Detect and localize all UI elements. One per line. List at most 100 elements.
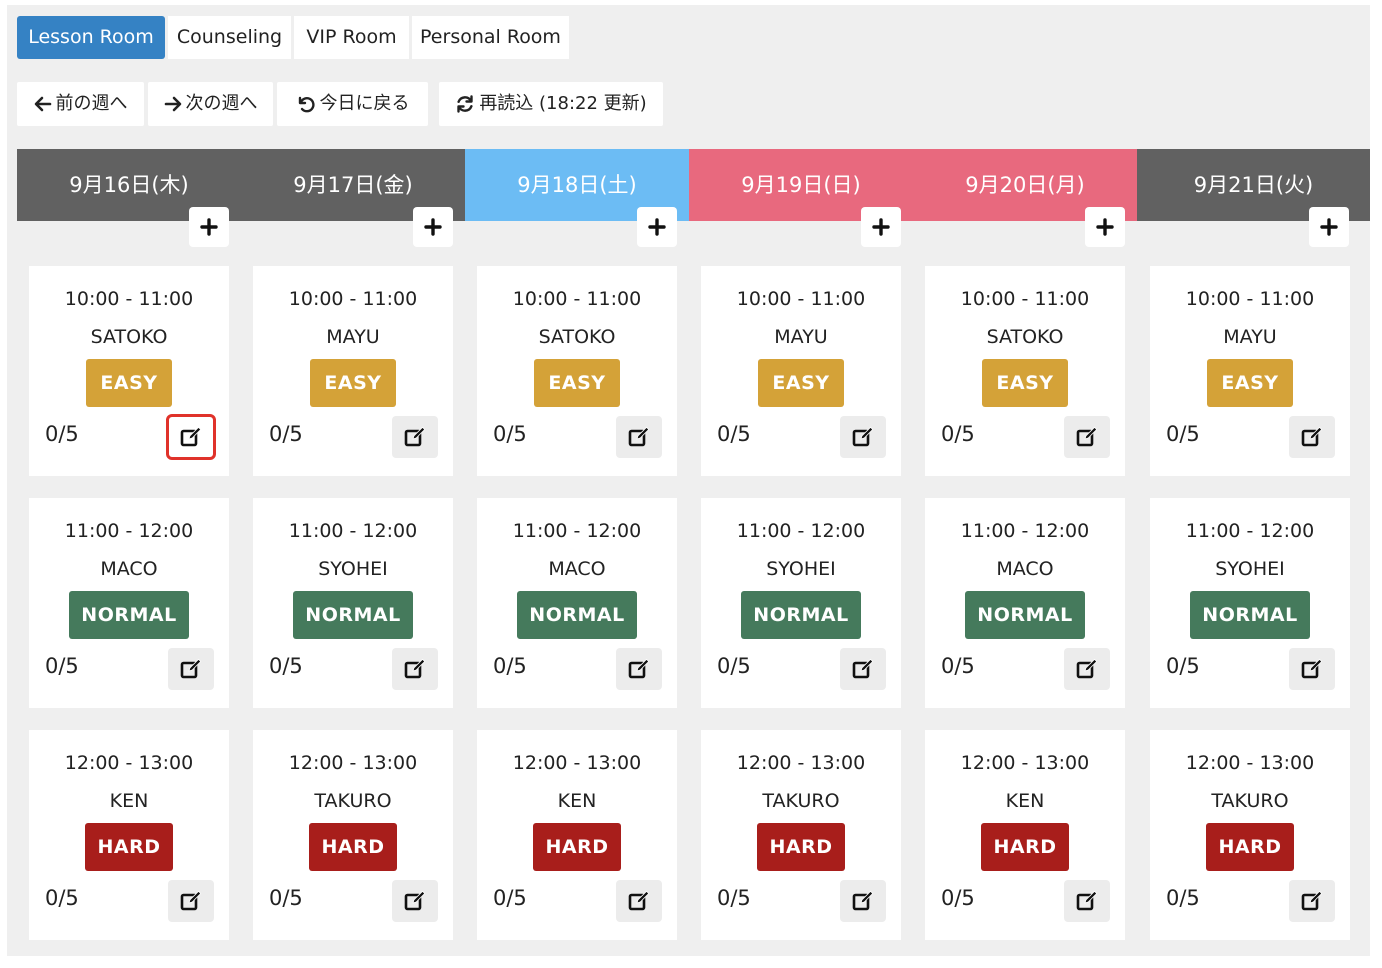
edit-button[interactable] [1064, 880, 1110, 922]
capacity-count: 0/5 [941, 654, 975, 678]
edit-icon [1301, 426, 1323, 447]
edit-button[interactable] [840, 880, 886, 922]
arrow-right-icon [164, 96, 181, 112]
level-badge: HARD [85, 823, 173, 871]
lesson-card: 12:00 - 13:00 KEN HARD 0/5 [925, 730, 1125, 940]
lesson-card: 11:00 - 12:00 SYOHEI NORMAL 0/5 [701, 498, 901, 708]
edit-button[interactable] [616, 416, 662, 458]
level-badge: NORMAL [741, 591, 861, 639]
edit-button[interactable] [840, 416, 886, 458]
lesson-time: 11:00 - 12:00 [960, 520, 1090, 542]
edit-icon [1301, 658, 1323, 679]
lesson-time: 12:00 - 13:00 [512, 752, 642, 774]
add-slot-button[interactable] [189, 207, 229, 247]
edit-button[interactable] [840, 648, 886, 690]
edit-button[interactable] [616, 648, 662, 690]
lesson-time: 10:00 - 11:00 [288, 288, 418, 310]
edit-icon [180, 658, 202, 679]
level-badge: HARD [757, 823, 845, 871]
lesson-card: 12:00 - 13:00 KEN HARD 0/5 [477, 730, 677, 940]
teacher-name: TAKURO [314, 790, 392, 812]
level-badge: EASY [982, 359, 1068, 407]
tab-vip-room[interactable]: VIP Room [294, 16, 409, 59]
edit-icon [180, 426, 202, 447]
edit-button[interactable] [392, 648, 438, 690]
arrow-left-icon [34, 96, 51, 112]
lesson-card: 11:00 - 12:00 SYOHEI NORMAL 0/5 [1150, 498, 1350, 708]
plus-icon [200, 218, 218, 236]
lesson-card: 10:00 - 11:00 MAYU EASY 0/5 [701, 266, 901, 476]
edit-button[interactable] [168, 648, 214, 690]
edit-icon [852, 426, 874, 447]
teacher-name: TAKURO [762, 790, 840, 812]
add-slot-button[interactable] [413, 207, 453, 247]
capacity-count: 0/5 [941, 886, 975, 910]
lesson-card: 10:00 - 11:00 SATOKO EASY 0/5 [29, 266, 229, 476]
edit-icon [628, 890, 650, 911]
edit-button[interactable] [168, 880, 214, 922]
teacher-name: SATOKO [538, 326, 616, 348]
add-slot-button[interactable] [1309, 207, 1349, 247]
edit-icon [852, 890, 874, 911]
edit-button[interactable] [1064, 416, 1110, 458]
teacher-name: SYOHEI [1215, 558, 1285, 580]
lesson-card: 10:00 - 11:00 SATOKO EASY 0/5 [477, 266, 677, 476]
teacher-name: MACO [100, 558, 158, 580]
level-badge: EASY [758, 359, 844, 407]
level-badge: EASY [1207, 359, 1293, 407]
teacher-name: MACO [548, 558, 606, 580]
lesson-time: 12:00 - 13:00 [1185, 752, 1315, 774]
edit-button[interactable] [616, 880, 662, 922]
lesson-time: 12:00 - 13:00 [64, 752, 194, 774]
edit-icon [1076, 890, 1098, 911]
today-button[interactable]: 今日に戻る [277, 82, 428, 126]
refresh-icon [457, 95, 474, 113]
lesson-card: 10:00 - 11:00 MAYU EASY 0/5 [253, 266, 453, 476]
edit-button[interactable] [1289, 880, 1335, 922]
edit-icon [628, 426, 650, 447]
lesson-card: 11:00 - 12:00 SYOHEI NORMAL 0/5 [253, 498, 453, 708]
edit-button[interactable] [166, 414, 216, 460]
lesson-time: 12:00 - 13:00 [288, 752, 418, 774]
teacher-name: TAKURO [1211, 790, 1289, 812]
edit-button[interactable] [1289, 648, 1335, 690]
capacity-count: 0/5 [45, 422, 79, 446]
capacity-count: 0/5 [493, 654, 527, 678]
plus-icon [1096, 218, 1114, 236]
lesson-card: 12:00 - 13:00 TAKURO HARD 0/5 [253, 730, 453, 940]
add-slot-button[interactable] [1085, 207, 1125, 247]
capacity-count: 0/5 [45, 654, 79, 678]
lesson-card: 12:00 - 13:00 TAKURO HARD 0/5 [701, 730, 901, 940]
lesson-time: 10:00 - 11:00 [960, 288, 1090, 310]
edit-button[interactable] [392, 416, 438, 458]
edit-button[interactable] [392, 880, 438, 922]
tab-lesson-room[interactable]: Lesson Room [17, 16, 165, 59]
teacher-name: SYOHEI [766, 558, 836, 580]
lesson-card: 10:00 - 11:00 SATOKO EASY 0/5 [925, 266, 1125, 476]
level-badge: NORMAL [69, 591, 189, 639]
next-week-label: 次の週へ [185, 93, 258, 114]
level-badge: EASY [534, 359, 620, 407]
teacher-name: KEN [557, 790, 597, 812]
level-badge: HARD [533, 823, 621, 871]
tab-personal-room[interactable]: Personal Room [412, 16, 569, 59]
capacity-count: 0/5 [1166, 886, 1200, 910]
edit-icon [1076, 426, 1098, 447]
capacity-count: 0/5 [941, 422, 975, 446]
next-week-button[interactable]: 次の週へ [148, 82, 273, 126]
edit-button[interactable] [1289, 416, 1335, 458]
plus-icon [648, 218, 666, 236]
prev-week-button[interactable]: 前の週へ [17, 82, 144, 126]
lesson-card: 10:00 - 11:00 MAYU EASY 0/5 [1150, 266, 1350, 476]
tab-counseling[interactable]: Counseling [168, 16, 291, 59]
add-slot-button[interactable] [637, 207, 677, 247]
add-slot-button[interactable] [861, 207, 901, 247]
lesson-time: 11:00 - 12:00 [64, 520, 194, 542]
capacity-count: 0/5 [269, 886, 303, 910]
lesson-card: 11:00 - 12:00 MACO NORMAL 0/5 [477, 498, 677, 708]
edit-icon [628, 658, 650, 679]
edit-button[interactable] [1064, 648, 1110, 690]
lesson-card: 12:00 - 13:00 TAKURO HARD 0/5 [1150, 730, 1350, 940]
edit-icon [180, 890, 202, 911]
reload-button[interactable]: 再読込 (18:22 更新) [439, 82, 663, 126]
